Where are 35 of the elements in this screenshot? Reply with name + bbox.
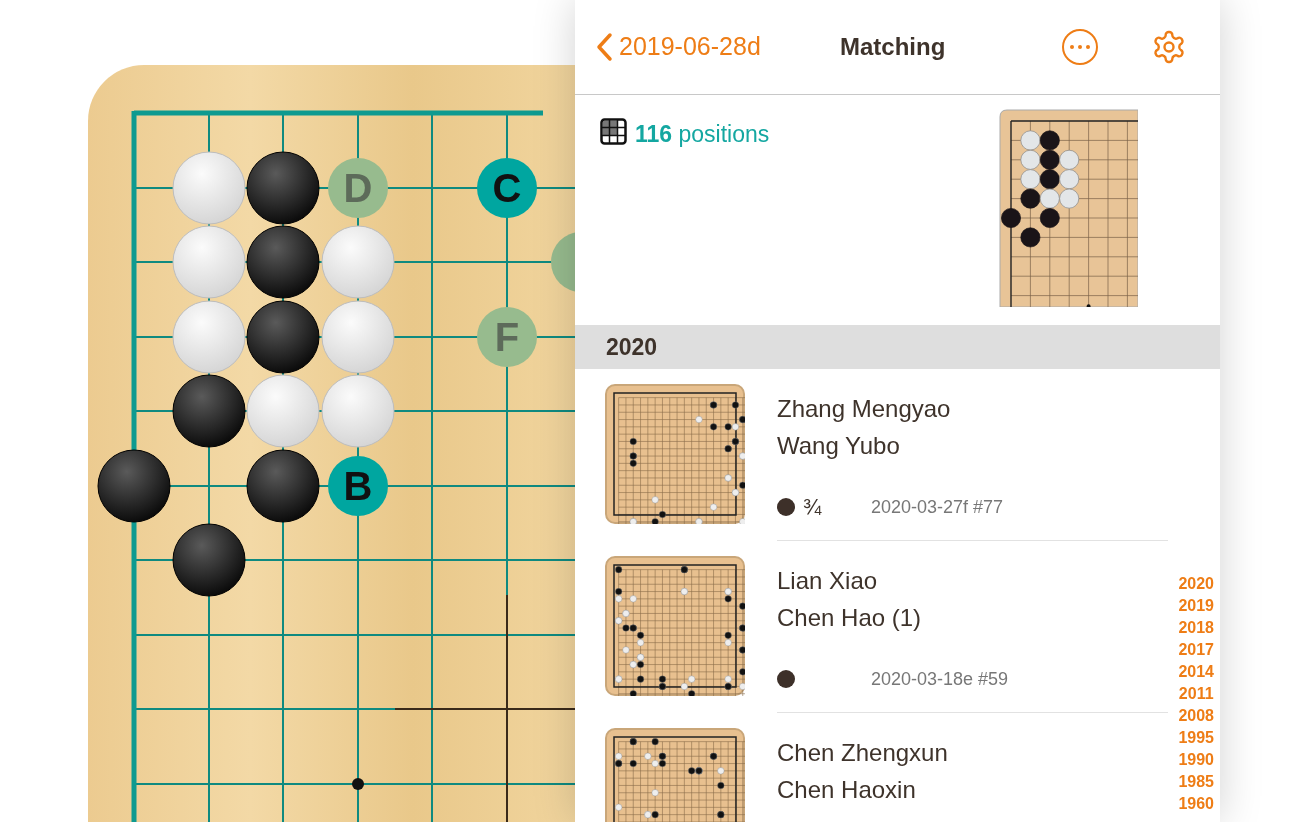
- go-board[interactable]: D C F B: [88, 65, 575, 822]
- move-marker[interactable]: B: [328, 456, 388, 516]
- player-name: Wang Yubo: [777, 431, 901, 461]
- year-index-link[interactable]: 2014: [1178, 661, 1214, 683]
- more-options-button[interactable]: [1062, 29, 1098, 65]
- game-reference: 2020-03-18e #59: [871, 667, 1009, 691]
- year-index-link[interactable]: 2011: [1178, 683, 1214, 705]
- player-name: Chen Hao (1): [777, 603, 923, 633]
- grid-icon: [600, 118, 627, 145]
- year-index-link[interactable]: 1985: [1178, 771, 1214, 793]
- chevron-left-icon: [595, 32, 613, 62]
- player-name: Chen Zhengxun: [777, 738, 949, 768]
- year-index-link[interactable]: 1960: [1178, 793, 1214, 815]
- game-thumbnail[interactable]: [605, 384, 745, 524]
- year-index-link[interactable]: 2018: [1178, 617, 1214, 639]
- move-marker[interactable]: [551, 232, 575, 292]
- page-title: Matching: [840, 32, 946, 62]
- positions-count[interactable]: 116 positions: [635, 117, 770, 152]
- game-thumbnail[interactable]: [605, 556, 745, 696]
- player-name: Lian Xiao: [777, 566, 879, 596]
- year-index-link[interactable]: 2008: [1178, 705, 1214, 727]
- move-marker[interactable]: D: [328, 158, 388, 218]
- section-header: 2020: [575, 325, 1220, 369]
- back-button[interactable]: 2019-06-28d: [595, 28, 825, 66]
- move-marker[interactable]: F: [477, 307, 537, 367]
- year-index-link[interactable]: 2020: [1178, 573, 1214, 595]
- year-index-link[interactable]: 2017: [1178, 639, 1214, 661]
- game-reference: 2020-03-27f #77: [871, 495, 1004, 519]
- game-result: ¾: [803, 493, 822, 522]
- year-index-link[interactable]: 1995: [1178, 727, 1214, 749]
- year-index-link[interactable]: 2019: [1178, 595, 1214, 617]
- move-marker[interactable]: C: [477, 158, 537, 218]
- year-index-link[interactable]: 1990: [1178, 749, 1214, 771]
- player-name: Chen Haoxin: [777, 775, 917, 805]
- player-name: Zhang Mengyao: [777, 394, 952, 424]
